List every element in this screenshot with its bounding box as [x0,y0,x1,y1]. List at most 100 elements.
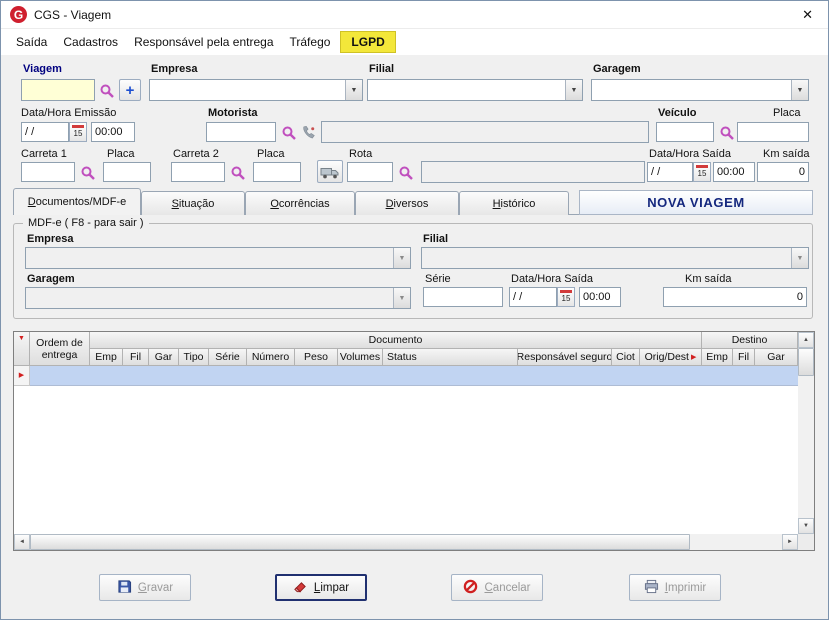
chevron-down-icon[interactable]: ▼ [345,80,362,100]
placa-veiculo-input[interactable] [737,122,809,142]
grid-col-dest-gar: Gar [755,349,798,366]
gravar-button[interactable]: Gravar [99,574,191,601]
mdfe-saida-date-input[interactable] [509,287,557,307]
rota-input[interactable] [347,162,393,182]
save-icon [117,579,132,597]
mdfe-empresa-label: Empresa [27,233,74,245]
tab-documentos-mdfe[interactable]: Documentos/MDF-e [13,188,141,215]
grid-indicator-header: ▼ [14,332,30,366]
ordem-header-line1: Ordem de [36,336,83,349]
viagem-input[interactable] [21,79,95,101]
garagem-combo[interactable]: ▼ [591,79,809,101]
calendar-day: 15 [697,169,707,178]
chevron-down-icon: ▼ [791,248,808,268]
km-saida-input[interactable] [757,162,809,182]
grid-col-ordem-entrega: Ordem de entrega [30,332,90,366]
chevron-down-icon[interactable]: ▼ [565,80,582,100]
grid-col-serie: Série [209,349,247,366]
grid-col-numero: Número [247,349,295,366]
tab-ocorrencias[interactable]: Ocorrências [245,191,355,215]
grid-col-emp: Emp [90,349,123,366]
rota-desc-field [421,161,645,183]
horizontal-scrollbar[interactable]: ◄ ► [14,534,798,550]
mdfe-filial-combo-value [422,248,791,268]
selected-grid-row[interactable] [30,366,798,386]
row-marker-cell: ▶ [14,366,30,386]
tab-historico[interactable]: Histórico [459,191,569,215]
truck-icon[interactable] [317,160,343,183]
imprimir-label: Imprimir [664,581,707,594]
imprimir-button[interactable]: Imprimir [629,574,721,601]
menu-item-saida[interactable]: Saída [8,31,55,53]
tab-diversos[interactable]: Diversos [355,191,459,215]
scroll-down-icon[interactable]: ▼ [798,518,814,534]
carreta2-placa-label: Placa [257,148,285,160]
carreta2-input[interactable] [171,162,225,182]
menu-item-cadastros[interactable]: Cadastros [55,31,126,53]
empresa-combo[interactable]: ▼ [149,79,363,101]
mdfe-serie-input[interactable] [423,287,503,307]
scroll-up-icon[interactable]: ▲ [798,332,814,348]
saida-date-input[interactable] [647,162,693,182]
empresa-combo-value [150,80,345,100]
mdfe-km-saida-input[interactable] [663,287,807,307]
scroll-left-icon[interactable]: ◄ [14,534,30,550]
saida-time-input[interactable] [713,162,755,182]
documents-grid: ▼ Ordem de entrega Documento Destino Emp… [13,331,815,551]
motorista-search-icon[interactable] [280,124,297,141]
calendar-icon[interactable]: 15 [693,162,711,182]
app-logo-icon: G [10,6,27,23]
emissao-date-input[interactable] [21,122,69,142]
grid-col-fil: Fil [123,349,149,366]
data-hora-saida-label: Data/Hora Saída [649,148,731,160]
mdfe-garagem-combo-value [26,288,393,308]
menu-item-lgpd[interactable]: LGPD [340,31,396,53]
chevron-down-icon: ▼ [393,288,410,308]
mdfe-saida-time-input[interactable] [579,287,621,307]
tab-situacao[interactable]: Situação [141,191,245,215]
ordem-header-line2: entrega [41,348,78,361]
limpar-label: Limpar [313,581,350,594]
calendar-icon[interactable]: 15 [69,122,87,142]
rota-search-icon[interactable] [397,164,414,181]
filial-label: Filial [369,63,395,75]
motorista-input[interactable] [206,122,276,142]
rota-label: Rota [349,148,373,160]
calendar-red-bar [560,290,572,293]
carreta1-label: Carreta 1 [21,148,67,160]
emissao-time-input[interactable] [91,122,135,142]
tab-label: Diversos [385,197,429,210]
scroll-right-icon[interactable]: ► [782,534,798,550]
chevron-down-icon: ▼ [393,248,410,268]
scrollbar-corner [798,534,814,550]
viagem-label: Viagem [23,63,62,75]
chevron-down-icon[interactable]: ▼ [791,80,808,100]
carreta2-search-icon[interactable] [229,164,246,181]
window-title: CGS - Viagem [34,7,112,22]
limpar-button[interactable]: Limpar [275,574,367,601]
calendar-icon[interactable]: 15 [557,287,575,307]
filial-combo[interactable]: ▼ [367,79,583,101]
menu-item-trafego[interactable]: Tráfego [282,31,339,53]
veiculo-input[interactable] [656,122,714,142]
cancelar-button[interactable]: Cancelar [451,574,543,601]
horizontal-scroll-thumb[interactable] [30,534,690,550]
data-hora-emissao-label: Data/Hora Emissão [21,107,117,119]
veiculo-search-icon[interactable] [718,124,735,141]
close-icon[interactable]: ✕ [796,6,819,24]
vertical-scrollbar[interactable]: ▲ ▼ [798,332,814,534]
phone-icon [299,123,317,141]
menu-item-responsavel-entrega[interactable]: Responsável pela entrega [126,31,281,53]
motorista-label: Motorista [208,107,258,119]
carreta1-placa-input[interactable] [103,162,151,182]
vertical-scroll-thumb[interactable] [798,348,814,376]
viagem-search-icon[interactable] [98,82,115,99]
mdfe-garagem-combo: ▼ [25,287,411,309]
add-viagem-button[interactable]: + [119,79,141,101]
carreta1-input[interactable] [21,162,75,182]
carreta2-placa-input[interactable] [253,162,301,182]
grid-group-documento: Documento [90,332,702,349]
carreta1-search-icon[interactable] [79,164,96,181]
km-saida-label: Km saída [763,148,810,160]
origdest-label: Orig/Dest [644,351,689,363]
